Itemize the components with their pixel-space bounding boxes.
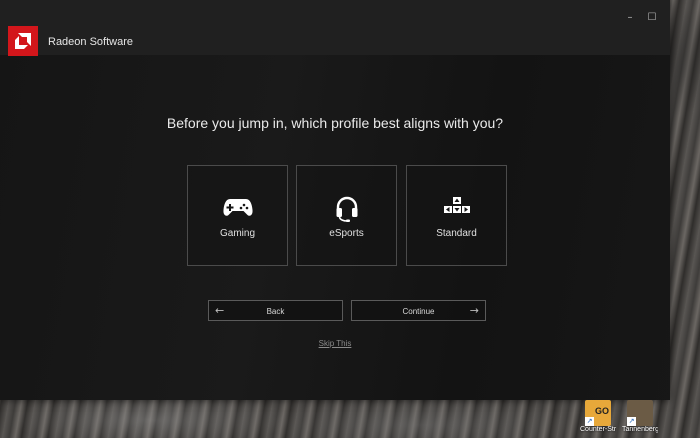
keyboard-icon bbox=[443, 197, 470, 213]
app-title: Radeon Software bbox=[48, 36, 133, 48]
headset-icon bbox=[336, 196, 357, 222]
csgo-icon: GO ↗ bbox=[585, 400, 611, 426]
profile-card-esports[interactable]: eSports bbox=[296, 165, 397, 266]
shortcut-label: Tannenberg bbox=[622, 426, 658, 433]
amd-logo-icon bbox=[8, 26, 38, 56]
profile-card-standard[interactable]: Standard bbox=[406, 165, 507, 266]
profile-label-gaming: Gaming bbox=[219, 228, 255, 239]
arrow-right-icon: → bbox=[469, 304, 479, 317]
back-button-label: Back bbox=[266, 307, 285, 316]
profile-label-esports: eSports bbox=[329, 228, 364, 239]
maximize-button[interactable]: ☐ bbox=[642, 10, 662, 26]
profile-card-gaming[interactable]: Gaming bbox=[187, 165, 288, 266]
shortcut-arrow-icon: ↗ bbox=[585, 417, 594, 426]
gamepad-icon bbox=[222, 199, 253, 216]
profile-label-standard: Standard bbox=[436, 228, 477, 239]
desktop-shortcut-csgo[interactable]: GO ↗ Counter-Stri... bbox=[580, 400, 616, 433]
continue-button-label: Continue bbox=[402, 307, 435, 316]
radeon-software-window: Radeon Software – ☐ Before you jump in, … bbox=[0, 0, 670, 400]
back-button[interactable]: ← Back bbox=[208, 300, 343, 321]
skip-this-link[interactable]: Skip This bbox=[0, 339, 670, 348]
continue-button[interactable]: Continue → bbox=[351, 300, 486, 321]
shortcut-arrow-icon: ↗ bbox=[627, 417, 636, 426]
tannenberg-icon: ↗ bbox=[627, 400, 653, 426]
minimize-button[interactable]: – bbox=[620, 10, 640, 26]
profile-question: Before you jump in, which profile best a… bbox=[166, 115, 504, 131]
desktop-shortcut-tannenberg[interactable]: ↗ Tannenberg bbox=[622, 400, 658, 433]
title-bar: Radeon Software bbox=[0, 0, 670, 56]
shortcut-label: Counter-Stri... bbox=[580, 426, 616, 433]
